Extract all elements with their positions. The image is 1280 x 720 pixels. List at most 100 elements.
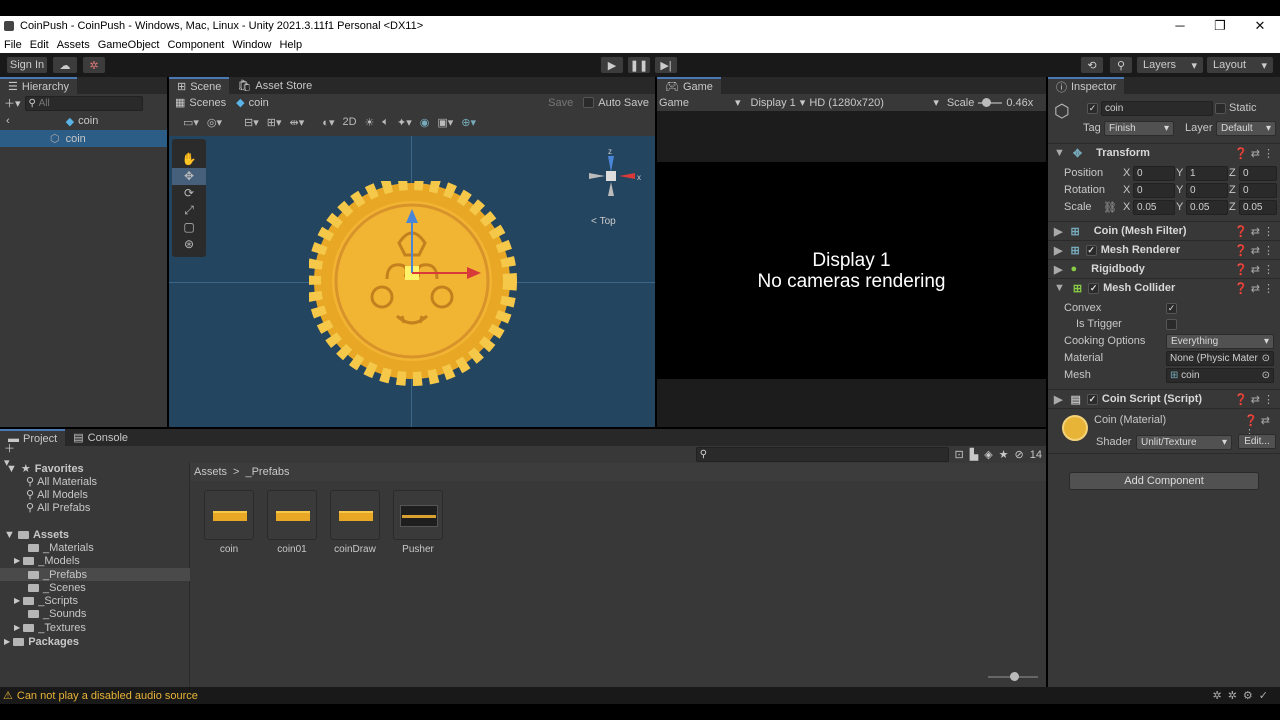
foldout-closed-icon[interactable]: ▶ (4, 637, 10, 646)
menu-file[interactable]: File (0, 39, 26, 51)
component-menu-icon[interactable]: ❓ ⇄ ⋮ (1234, 393, 1274, 406)
breadcrumb-object[interactable]: coin (249, 97, 269, 109)
convex-checkbox[interactable]: ✓ (1166, 302, 1177, 314)
tree-favorites[interactable]: ▼ ★ Favorites (0, 462, 190, 476)
layer-dropdown[interactable]: Default ▾ (1216, 121, 1276, 136)
object-name-field[interactable]: coin (1101, 101, 1213, 116)
gizmos-icon[interactable]: ⊕▾ (461, 116, 476, 129)
auto-save-checkbox[interactable] (583, 97, 595, 108)
resolution-dropdown[interactable]: HD (1280x720) (809, 97, 929, 109)
project-search-input[interactable]: ⚲ (695, 447, 949, 462)
target-icon[interactable]: ⊙ (1262, 353, 1270, 364)
audio-icon[interactable]: 🔈︎ (382, 116, 389, 129)
component-menu-icon[interactable]: ❓ ⇄ ⋮ (1234, 147, 1274, 160)
shading-icon[interactable]: ◐▾ (322, 116, 334, 129)
mesh-filter-header[interactable]: ▶ ⊞ Coin (Mesh Filter) ❓ ⇄ ⋮ (1048, 221, 1280, 240)
shader-dropdown[interactable]: Unlit/Texture ▾ (1136, 435, 1232, 450)
step-button[interactable]: ▶| (654, 56, 678, 74)
scale-x-field[interactable]: 0.05 (1133, 199, 1175, 215)
rotation-z-field[interactable]: 0 (1239, 182, 1277, 198)
foldout-closed-icon[interactable]: ▶ (14, 623, 20, 632)
foldout-closed-icon[interactable]: ▶ (14, 596, 20, 605)
tab-game[interactable]: 🎮︎ Game (657, 77, 721, 94)
tab-asset-store[interactable]: 🛍︎ Asset Store (229, 77, 320, 94)
pause-button[interactable]: ❚❚ (627, 56, 651, 74)
coin-script-header[interactable]: ▶ ▤ ✓ Coin Script (Script) ❓ ⇄ ⋮ (1048, 389, 1280, 408)
hierarchy-root-row[interactable]: ‹ ◆ coin (0, 112, 167, 130)
menu-edit[interactable]: Edit (26, 39, 53, 51)
scene-viewport[interactable]: ✋ ✥ ⟳ ⤢ ▢ ⊛ z x < Top (169, 136, 655, 427)
cooking-dropdown[interactable]: Everything ▾ (1166, 333, 1274, 349)
gizmo-view-label[interactable]: < Top (591, 216, 616, 227)
move-tool-icon[interactable]: ✥ (172, 168, 206, 185)
thumbnail-size-slider[interactable] (988, 672, 1038, 681)
asset-item[interactable]: coinDraw (330, 490, 380, 555)
tree-folder[interactable]: _Sounds (0, 607, 190, 620)
asset-item[interactable]: Pusher (393, 490, 443, 555)
link-icon[interactable]: ⛓ (1103, 201, 1117, 214)
tree-packages[interactable]: ▶ Packages (0, 635, 190, 648)
coin-object[interactable] (309, 181, 519, 391)
back-arrow-icon[interactable]: ‹ (6, 115, 10, 127)
tree-folder[interactable]: ▶ _Scripts (0, 594, 190, 607)
breadcrumb-assets[interactable]: Assets (194, 466, 227, 478)
hierarchy-search-input[interactable]: ⚲ All (24, 95, 143, 111)
hand-tool-icon[interactable]: ✋ (172, 151, 206, 168)
asset-item[interactable]: coin01 (267, 490, 317, 555)
foldout-closed-icon[interactable]: ▶ (1054, 393, 1062, 406)
foldout-closed-icon[interactable]: ▶ (1054, 263, 1062, 276)
tree-fav-item[interactable]: ⚲ All Materials (0, 475, 190, 489)
mesh-collider-checkbox[interactable]: ✓ (1088, 282, 1100, 294)
rigidbody-header[interactable]: ▶ ● Rigidbody ❓ ⇄ ⋮ (1048, 259, 1280, 278)
tree-fav-item[interactable]: ⚲ All Models (0, 488, 190, 502)
foldout-open-icon[interactable]: ▼ (1054, 282, 1065, 294)
position-y-field[interactable]: 1 (1186, 165, 1228, 181)
status-icons[interactable]: ✲✲⚙✓ (1212, 689, 1274, 702)
visibility-icon[interactable]: ◉ (420, 116, 430, 129)
scale-tool-icon[interactable]: ⤢ (172, 202, 206, 219)
coin-script-checkbox[interactable]: ✓ (1086, 393, 1098, 405)
tree-folder[interactable]: _Prefabs (0, 568, 190, 581)
minimize-button[interactable]: ─ (1160, 16, 1200, 36)
collab-button[interactable]: ✲ (82, 56, 106, 74)
history-button[interactable]: ⟲ (1080, 56, 1104, 74)
active-checkbox[interactable]: ✓ (1087, 103, 1098, 114)
play-button[interactable]: ▶ (600, 56, 624, 74)
add-component-button[interactable]: Add Component (1069, 472, 1259, 490)
foldout-closed-icon[interactable]: ▶ (1054, 244, 1062, 257)
tab-inspector[interactable]: ⓘ Inspector (1048, 77, 1125, 94)
display-dropdown[interactable]: Display 1 (751, 97, 796, 109)
component-menu-icon[interactable]: ❓ ⇄ ⋮ (1234, 244, 1274, 257)
tree-folder[interactable]: _Scenes (0, 581, 190, 594)
mode-2d-button[interactable]: 2D (342, 116, 356, 128)
asset-item[interactable]: coin (204, 490, 254, 555)
component-menu-icon[interactable]: ❓ ⇄ ⋮ (1234, 282, 1274, 295)
material-field[interactable]: None (Physic Mater ⊙ (1166, 350, 1274, 366)
foldout-closed-icon[interactable]: ▶ (1054, 225, 1062, 238)
layout-dropdown[interactable]: Layout ▾ (1206, 56, 1274, 74)
save-button[interactable]: Save (548, 97, 573, 109)
rotate-tool-icon[interactable]: ⟳ (172, 185, 206, 202)
render-mode-icon[interactable]: ◎▾ (207, 116, 222, 129)
cloud-button[interactable]: ☁ (52, 56, 78, 74)
tab-console[interactable]: ▤ Console (65, 429, 136, 446)
static-checkbox[interactable] (1215, 103, 1226, 114)
close-button[interactable]: ✕ (1240, 16, 1280, 36)
hierarchy-item-coin[interactable]: ⬡ coin (0, 130, 167, 147)
game-viewport[interactable]: Display 1 No cameras rendering (657, 162, 1046, 379)
menu-component[interactable]: Component (163, 39, 228, 51)
component-menu-icon[interactable]: ❓ ⇄ ⋮ (1234, 263, 1274, 276)
tab-hierarchy[interactable]: ☰ Hierarchy (0, 77, 77, 94)
mesh-field[interactable]: ⊞ coin ⊙ (1166, 367, 1274, 383)
tab-scene[interactable]: ⊞ Scene (169, 77, 230, 94)
tree-folder[interactable]: ▶ _Models (0, 554, 190, 567)
position-z-field[interactable]: 0 (1239, 165, 1277, 181)
maximize-button[interactable]: ❐ (1200, 16, 1240, 36)
snap-icon[interactable]: ⊟▾ (244, 116, 259, 129)
camera-icon[interactable]: ▣▾ (437, 116, 453, 129)
star-icon[interactable]: ★ (999, 448, 1009, 461)
foldout-closed-icon[interactable]: ▶ (14, 556, 20, 565)
filter-type-icon[interactable]: ⊡ (955, 448, 964, 461)
target-icon[interactable]: ⊙ (1262, 370, 1270, 381)
menu-gameobject[interactable]: GameObject (94, 39, 164, 51)
